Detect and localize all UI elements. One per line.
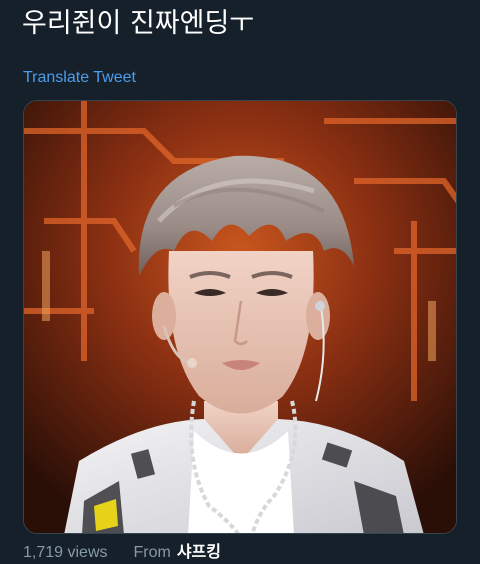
translate-tweet-link[interactable]: Translate Tweet [23, 67, 136, 89]
tweet-meta-row: 1,719 views From 샤프킹 [23, 542, 221, 564]
from-label: From [133, 544, 171, 561]
view-count: 1,719 views [23, 544, 108, 561]
performer-photo [24, 101, 456, 533]
tweet-media-image[interactable] [23, 100, 457, 534]
tweet-text: 우리쥔이 진짜엔딩ㅜ [22, 8, 255, 39]
source-account-link[interactable]: 샤프킹 [177, 544, 221, 561]
